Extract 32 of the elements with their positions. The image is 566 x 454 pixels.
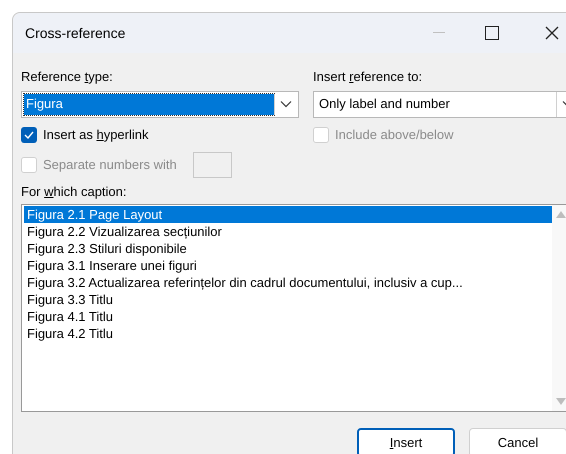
separator-input-field[interactable] (192, 152, 232, 178)
caption-item[interactable]: Figura 3.1 Inserare unei figuri (24, 257, 552, 274)
field-label: Insert reference to: (313, 68, 424, 86)
check-icon (24, 130, 34, 138)
dropdown-value: Figura (24, 94, 274, 114)
maximize-icon (485, 26, 499, 40)
caption-item[interactable]: Figura 4.1 Titlu (24, 308, 552, 325)
insert-reference-dropdown[interactable]: Only label and number (313, 90, 566, 118)
caption-item[interactable]: Figura 2.1 Page Layout (24, 206, 552, 223)
checkbox-label: Insert as hyperlink (43, 126, 148, 144)
chevron-down-icon (280, 100, 292, 108)
dialog-button[interactable]: Cancel (469, 428, 566, 454)
dropdown-value: Only label and number (319, 95, 451, 114)
caption-item[interactable]: Figura 2.3 Stiluri disponibile (24, 240, 552, 257)
dialog-button[interactable]: Insert (357, 428, 455, 454)
checkbox[interactable] (21, 126, 37, 142)
caption-item[interactable]: Figura 3.2 Actualizarea referințelor din cadrul documentului, inclusiv a cup... (24, 274, 552, 291)
reference-type-dropdown[interactable]: Figura (21, 90, 299, 118)
minimize-icon (433, 32, 445, 34)
caption-item[interactable]: Figura 4.2 Titlu (24, 325, 552, 342)
caption-item[interactable]: Figura 3.3 Titlu (24, 291, 552, 308)
scroll-up-icon[interactable] (556, 211, 566, 218)
checkbox-label: Separate numbers with (43, 156, 177, 174)
checkbox-label: Include above/below (335, 126, 454, 144)
field-label: Reference type: (21, 68, 114, 86)
scroll-down-icon[interactable] (556, 398, 566, 405)
caption-list[interactable] (21, 204, 566, 412)
scrollbar[interactable] (552, 205, 566, 411)
caption-item[interactable]: Figura 2.2 Vizualizarea secțiunilor (24, 223, 552, 240)
window-title: Cross-reference (25, 24, 126, 42)
list-label: For which caption: (21, 182, 128, 201)
close-icon (545, 26, 559, 40)
